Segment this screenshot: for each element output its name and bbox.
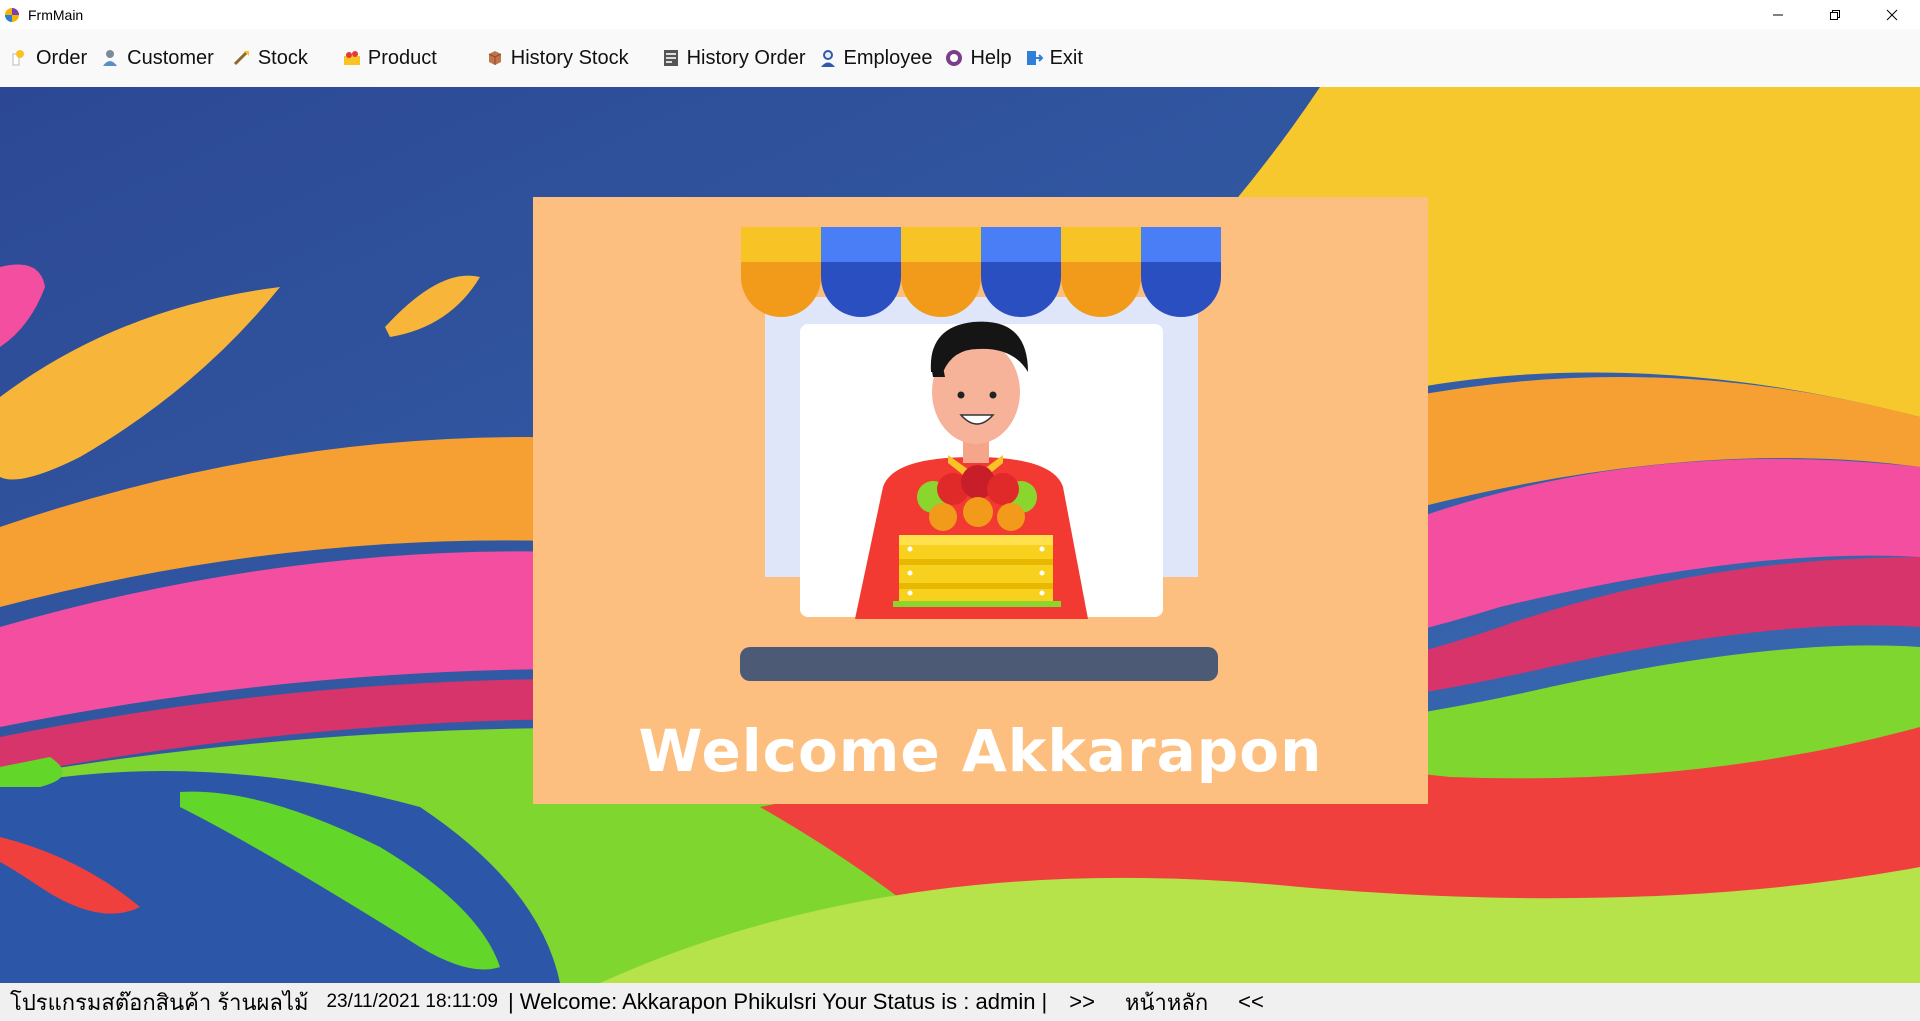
status-user-info: | Welcome: Akkarapon Phikulsri Your Stat…: [507, 989, 1048, 1014]
minimize-icon: [1772, 14, 1783, 15]
status-nav-next[interactable]: >>: [1069, 989, 1095, 1015]
title-bar: FrmMain: [0, 0, 1920, 29]
menu-bar: Order Customer Stock Product History Sto…: [0, 29, 1920, 87]
menu-history-stock-label: History Stock: [510, 46, 629, 69]
stock-icon: [233, 51, 249, 66]
menu-help-label: Help: [970, 46, 1012, 69]
exit-icon: [1026, 51, 1044, 65]
close-button[interactable]: [1863, 0, 1920, 29]
customer-icon: [103, 50, 118, 66]
status-program-name: โปรแกรมสต๊อกสินค้า ร้านผลไม้: [10, 989, 309, 1015]
app-logo-icon: [5, 7, 19, 22]
restore-icon: [1829, 9, 1840, 20]
minimize-button[interactable]: [1749, 0, 1806, 29]
menu-product[interactable]: Product: [336, 38, 443, 78]
menu-history-order[interactable]: History Order: [655, 38, 812, 78]
menu-stock-label: Stock: [257, 46, 308, 69]
status-bar: โปรแกรมสต๊อกสินค้า ร้านผลไม้ 23/11/2021 …: [0, 983, 1920, 1021]
menu-history-stock[interactable]: History Stock: [479, 38, 635, 78]
help-icon: [946, 50, 963, 66]
menu-order-label: Order: [36, 46, 88, 69]
menu-exit[interactable]: Exit: [1018, 38, 1089, 78]
window-controls: [1749, 0, 1920, 29]
product-icon: [343, 51, 360, 65]
menu-employee[interactable]: Employee: [812, 38, 939, 78]
restore-button[interactable]: [1806, 0, 1863, 29]
employee-icon: [820, 50, 835, 67]
history-order-icon: [663, 50, 678, 66]
fruit-shop-illustration: [740, 227, 1221, 681]
menu-stock[interactable]: Stock: [226, 38, 314, 78]
menu-help[interactable]: Help: [938, 38, 1017, 78]
menu-customer-label: Customer: [127, 46, 214, 69]
menu-exit-label: Exit: [1049, 46, 1083, 69]
menu-history-order-label: History Order: [686, 46, 806, 69]
welcome-heading: Welcome Akkarapon: [638, 717, 1323, 785]
menu-employee-label: Employee: [843, 46, 933, 69]
main-area: Welcome Akkarapon: [0, 87, 1920, 983]
history-stock-icon: [488, 51, 502, 65]
order-icon: [12, 50, 24, 66]
menu-order[interactable]: Order: [4, 38, 93, 78]
status-home-link[interactable]: หน้าหลัก: [1125, 985, 1208, 1020]
status-datetime: 23/11/2021 18:11:09: [326, 991, 498, 1012]
welcome-card: Welcome Akkarapon: [533, 197, 1428, 804]
window-title: FrmMain: [28, 6, 84, 23]
menu-customer[interactable]: Customer: [95, 38, 220, 78]
status-nav-prev[interactable]: <<: [1238, 989, 1264, 1015]
menu-product-label: Product: [367, 46, 437, 69]
close-icon: [1886, 9, 1897, 20]
